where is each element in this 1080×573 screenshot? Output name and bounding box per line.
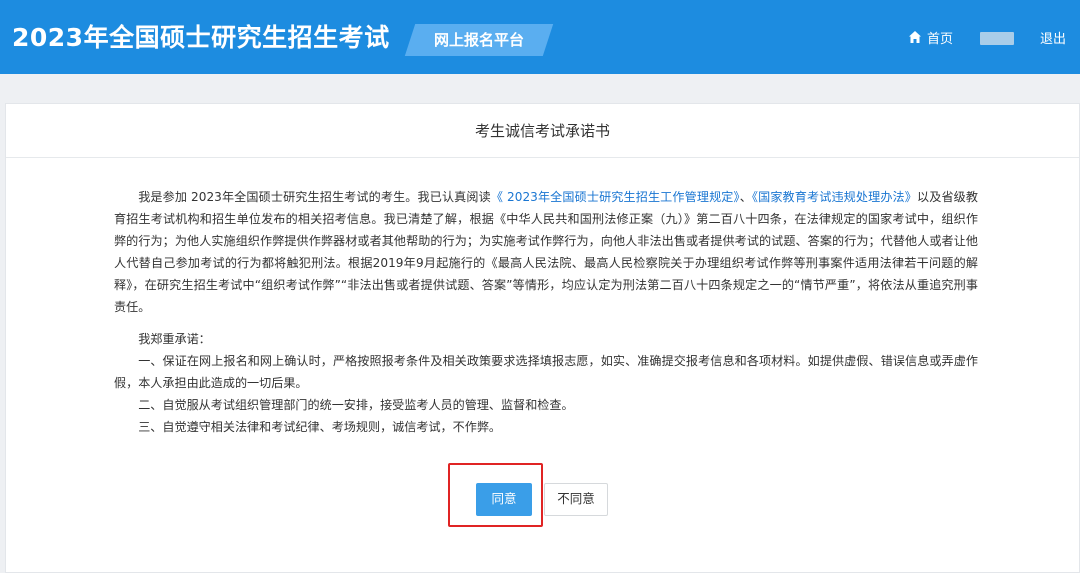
paragraph-text-a: 我是参加 2023年全国硕士研究生招生考试的考生。我已认真阅读	[138, 190, 491, 204]
card-title: 考生诚信考试承诺书	[6, 104, 1079, 158]
top-header: 2023年全国硕士研究生招生考试 网上报名平台 首页 退出	[0, 0, 1080, 74]
pledge-paragraph: 我是参加 2023年全国硕士研究生招生考试的考生。我已认真阅读《 2023年全国…	[114, 186, 978, 318]
regulation-link[interactable]: 《 2023年全国硕士研究生招生工作管理规定》	[491, 190, 740, 204]
violation-rules-link[interactable]: 《国家教育考试违规处理办法》	[752, 190, 917, 204]
platform-label: 网上报名平台	[433, 31, 524, 49]
pledge-item: 二、自觉服从考试组织管理部门的统一安排，接受监考人员的管理、监督和检查。	[138, 398, 574, 412]
link-separator: 、	[739, 190, 752, 204]
agree-button[interactable]: 同意	[476, 483, 532, 516]
pledge-content: 我是参加 2023年全国硕士研究生招生考试的考生。我已认真阅读《 2023年全国…	[114, 186, 978, 438]
paragraph-text-b: 以及省级教育招生考试机构和招生单位发布的相关招考信息。我已清楚了解，根据《中华人…	[114, 190, 978, 314]
username-redacted[interactable]	[980, 32, 1014, 45]
pledge-item: 三、自觉遵守相关法律和考试纪律、考场规则，诚信考试，不作弊。	[138, 420, 502, 434]
site-title: 2023年全国硕士研究生招生考试	[12, 23, 390, 52]
platform-badge: 网上报名平台	[404, 24, 554, 56]
pledge-item: 一、保证在网上报名和网上确认时，严格按照报考条件及相关政策要求选择填报志愿，如实…	[114, 354, 978, 390]
disagree-button[interactable]: 不同意	[544, 483, 608, 516]
home-icon	[909, 31, 921, 43]
home-label: 首页	[927, 31, 954, 47]
home-link[interactable]: 首页	[908, 28, 954, 47]
logout-link[interactable]: 退出	[1040, 28, 1066, 47]
pledge-intro: 我郑重承诺：	[138, 332, 211, 346]
pledge-card: 考生诚信考试承诺书 我是参加 2023年全国硕士研究生招生考试的考生。我已认真阅…	[5, 103, 1080, 573]
